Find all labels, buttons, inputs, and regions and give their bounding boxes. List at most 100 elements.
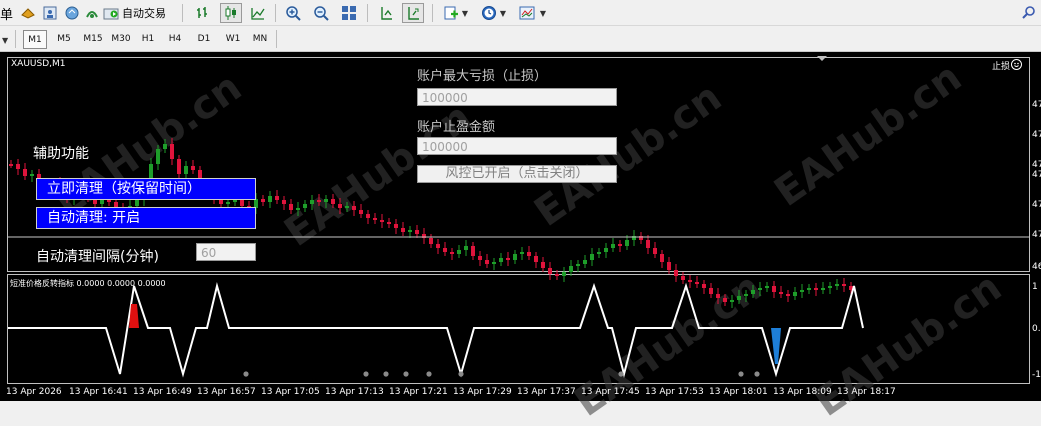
candle-body — [520, 252, 524, 254]
risk-control-button[interactable]: 风控已开启（点击关闭） — [417, 165, 617, 183]
terminal-icon[interactable] — [61, 3, 83, 23]
candlestick-icon[interactable] — [220, 3, 242, 23]
tf-mn[interactable]: MN — [248, 30, 272, 49]
chevron-down-icon[interactable]: ▼ — [538, 3, 548, 23]
candle-body — [135, 200, 139, 206]
y-tick: -1 — [1032, 370, 1041, 380]
candle-body — [541, 262, 545, 268]
candle-body — [380, 220, 384, 222]
periods-clock-icon[interactable] — [478, 3, 500, 23]
autoscroll-icon[interactable] — [402, 3, 424, 23]
auto-clear-button[interactable]: 自动清理: 开启 — [36, 207, 256, 229]
bar-chart-icon[interactable] — [192, 3, 214, 23]
tf-m30[interactable]: M30 — [108, 30, 134, 49]
candle-body — [156, 149, 160, 164]
tf-m5[interactable]: M5 — [52, 30, 76, 49]
x-tick: 13 Apr 17:05 — [261, 387, 320, 397]
candle-body — [534, 256, 538, 262]
signal-dot — [403, 371, 409, 377]
candle-body — [772, 286, 776, 292]
signal-dot — [243, 371, 249, 377]
menu-fragment[interactable]: 单 — [0, 4, 13, 23]
tf-m1[interactable]: M1 — [23, 30, 47, 49]
candle-body — [408, 230, 412, 232]
interval-input[interactable]: 60 — [196, 243, 256, 261]
signal-dot — [754, 371, 760, 377]
candle-body — [296, 208, 300, 210]
chevron-down-icon[interactable]: ▼ — [460, 3, 470, 23]
candle-body — [527, 252, 531, 256]
max-loss-label: 账户最大亏损（止损） — [417, 69, 548, 84]
candle-body — [618, 244, 622, 246]
line-chart-icon[interactable] — [247, 3, 269, 23]
y-tick: 47 — [1032, 160, 1041, 170]
candle-body — [275, 196, 279, 200]
candle-body — [667, 262, 671, 270]
toolbar-dropdown-icon[interactable]: ▼ — [2, 36, 8, 45]
candle-body — [303, 204, 307, 208]
candle-body — [506, 258, 510, 260]
candle-body — [513, 254, 517, 260]
candle-body — [681, 276, 685, 280]
tile-windows-icon[interactable] — [338, 3, 360, 23]
candle-body — [716, 294, 720, 298]
candle-body — [744, 294, 748, 296]
zoom-out-icon[interactable] — [310, 3, 332, 23]
zoom-in-icon[interactable] — [282, 3, 304, 23]
indicators-icon[interactable] — [440, 3, 462, 23]
candle-body — [646, 240, 650, 248]
tf-m15[interactable]: M15 — [80, 30, 106, 49]
tf-w1[interactable]: W1 — [222, 30, 244, 49]
down-signal-bar — [771, 328, 781, 364]
y-tick: 47 — [1032, 100, 1041, 110]
candle-body — [191, 166, 195, 170]
y-tick: 46 — [1032, 262, 1041, 272]
candle-body — [590, 254, 594, 260]
assist-label: 辅助功能 — [33, 146, 89, 162]
x-tick: 13 Apr 18:17 — [837, 387, 896, 397]
candle-body — [786, 294, 790, 296]
tf-h1[interactable]: H1 — [138, 30, 158, 49]
chart-window[interactable]: EAHub.cn EAHub.cn EAHub.cn EAHub.cn EAHu… — [0, 52, 1041, 426]
candle-body — [499, 258, 503, 262]
indicator-line — [8, 282, 864, 378]
signal-dot — [383, 371, 389, 377]
candle-body — [464, 246, 468, 250]
candle-body — [737, 296, 741, 300]
clear-now-button[interactable]: 立即清理（按保留时间） — [36, 178, 256, 200]
search-icon[interactable] — [1018, 3, 1040, 23]
signal-icon[interactable] — [81, 3, 103, 23]
tf-d1[interactable]: D1 — [194, 30, 214, 49]
candle-body — [842, 284, 846, 286]
candle-body — [548, 268, 552, 274]
templates-icon[interactable] — [516, 3, 538, 23]
candle-body — [310, 200, 314, 204]
candle-body — [471, 246, 475, 256]
signal-dot — [618, 371, 624, 377]
auto-trade-button[interactable]: 自动交易 — [103, 3, 175, 23]
candle-body — [807, 288, 811, 290]
max-loss-input[interactable]: 100000 — [417, 88, 617, 106]
candle-body — [429, 238, 433, 244]
market-watch-icon[interactable] — [17, 3, 39, 23]
candle-body — [758, 288, 762, 290]
candle-body — [366, 214, 370, 218]
stop-loss-flag: 止损 — [992, 62, 1011, 72]
candle-body — [569, 266, 573, 272]
navigator-icon[interactable] — [39, 3, 61, 23]
candle-body — [338, 204, 342, 208]
tf-h4[interactable]: H4 — [165, 30, 185, 49]
chart-shift-icon[interactable] — [375, 3, 397, 23]
candle-body — [576, 264, 580, 266]
candle-body — [779, 292, 783, 294]
symbol-label: XAUUSD,M1 — [11, 59, 66, 69]
x-tick: 13 Apr 18:09 — [773, 387, 832, 397]
candle-body — [436, 244, 440, 248]
chevron-down-icon[interactable]: ▼ — [498, 3, 508, 23]
auto-trade-label: 自动交易 — [122, 7, 166, 20]
candle-body — [415, 230, 419, 234]
candle-body — [814, 288, 818, 290]
candle-body — [562, 272, 566, 276]
take-profit-input[interactable]: 100000 — [417, 137, 617, 155]
signal-dot — [363, 371, 369, 377]
